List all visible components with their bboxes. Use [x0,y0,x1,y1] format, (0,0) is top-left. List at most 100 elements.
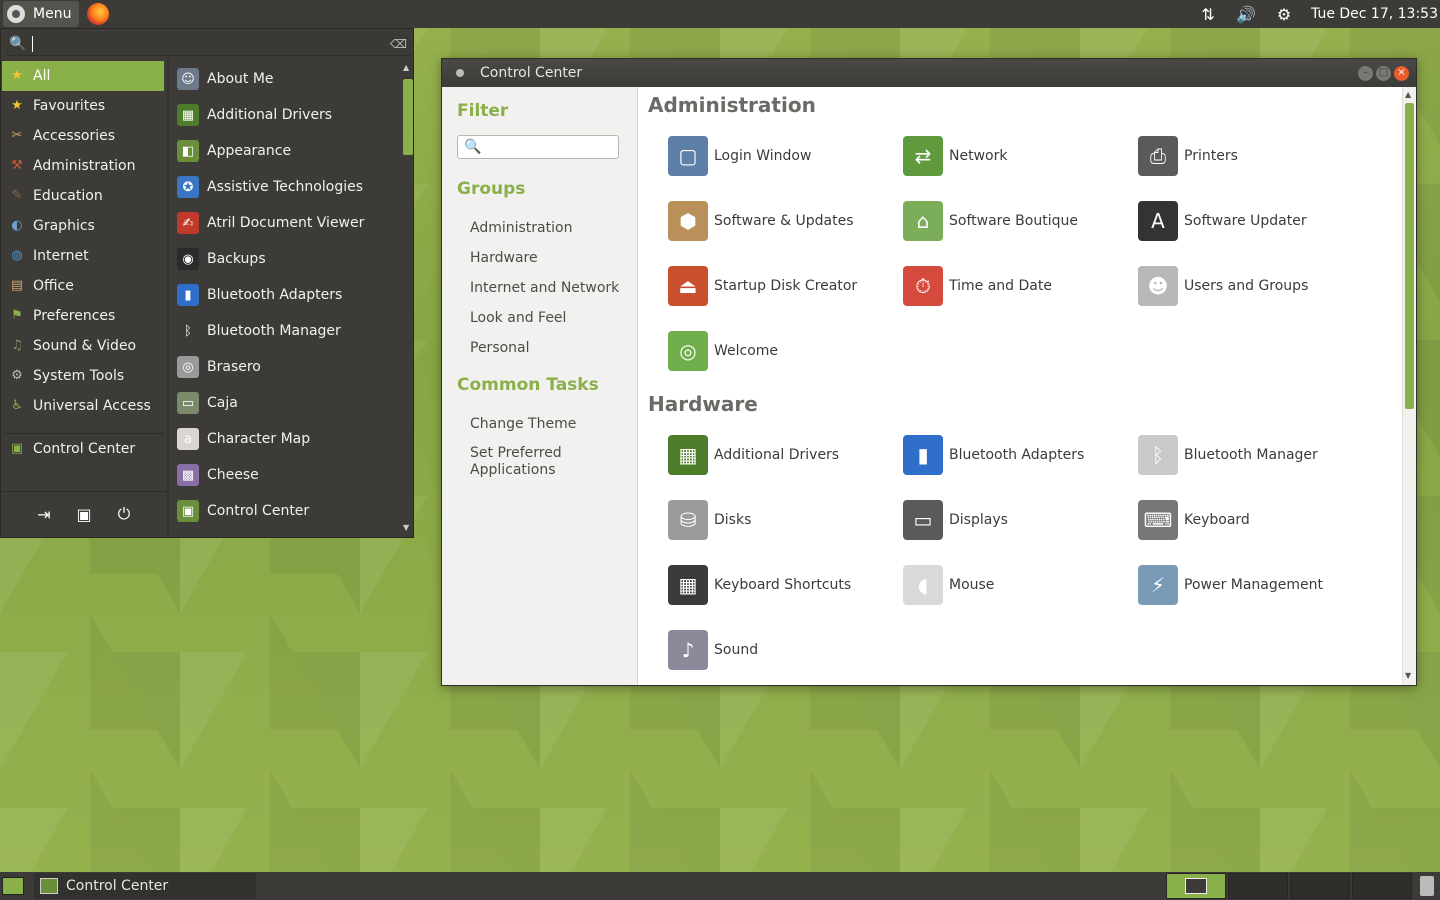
close-icon[interactable]: × [1394,65,1409,81]
taskbar-item-control-center[interactable]: Control Center [34,873,256,899]
workspace-2[interactable] [1228,873,1288,899]
minimize-icon[interactable]: – [1358,65,1373,81]
control-item-label: Welcome [714,343,779,359]
app-item[interactable]: ◧ Appearance [171,133,401,169]
group-link[interactable]: Internet and Network [457,273,637,303]
app-item[interactable]: ▣ Control Center [171,493,401,529]
window-titlebar[interactable]: Control Center – □ × [442,59,1416,87]
maximize-icon[interactable]: □ [1376,65,1391,81]
scroll-up-icon[interactable]: ▲ [1405,90,1411,99]
administration-icon: ⚒ [11,158,23,173]
category-item[interactable]: ♿ Universal Access [2,391,166,421]
control-item[interactable]: ☻ Users and Groups [1138,263,1308,309]
group-link[interactable]: Personal [457,333,637,363]
category-item[interactable]: ⚑ Preferences [2,301,166,331]
control-item[interactable]: ▦ Keyboard Shortcuts [668,562,851,608]
task-link[interactable]: Set Preferred Applications [457,439,577,479]
control-item[interactable]: ⌂ Software Boutique [903,198,1078,244]
control-item[interactable]: ⏏ Startup Disk Creator [668,263,857,309]
control-item[interactable]: ▮ Bluetooth Adapters [903,432,1084,478]
category-item[interactable]: ✂ Accessories [2,121,166,151]
control-item[interactable]: ▢ Login Window [668,133,811,179]
app-item[interactable]: ▭ Caja [171,385,401,421]
filter-search-input[interactable]: 🔍 [457,135,619,159]
app-item[interactable]: ▮ Bluetooth Adapters [171,277,401,313]
scroll-down-icon[interactable]: ▼ [403,523,409,532]
app-item[interactable]: ᛒ Bluetooth Manager [171,313,401,349]
control-item[interactable]: ⬢ Software & Updates [668,198,854,244]
education-icon: ✎ [11,188,23,203]
search-icon: 🔍 [464,139,482,155]
app-label: Backups [207,251,266,267]
category-item[interactable]: ♫ Sound & Video [2,331,166,361]
control-item[interactable]: ♪ Sound [668,627,758,673]
category-item[interactable]: ▤ Office [2,271,166,301]
category-label: System Tools [33,368,125,384]
bottom-panel: Control Center [0,872,1440,900]
category-item[interactable]: ⚙ System Tools [2,361,166,391]
content-scrollbar[interactable]: ▲ ▼ [1402,87,1416,685]
firefox-launcher-icon[interactable] [87,3,110,25]
control-item[interactable]: ⌨ Keyboard [1138,497,1250,543]
logout-icon[interactable]: ⇥ [35,505,53,524]
app-item[interactable]: ◉ Backups [171,241,401,277]
workspace-3[interactable] [1290,873,1350,899]
show-desktop-button[interactable] [2,877,24,895]
content-scroll-thumb[interactable] [1405,103,1414,409]
app-item[interactable]: ◎ Brasero [171,349,401,385]
category-item[interactable]: ✎ Education [2,181,166,211]
category-item[interactable]: ★ All [2,61,164,91]
workspace-1[interactable] [1166,873,1226,899]
graphics-icon: ◐ [11,218,23,233]
bluetooth-icon: ᛒ [1138,435,1178,475]
app-item[interactable]: ✪ Assistive Technologies [171,169,401,205]
clock[interactable]: Tue Dec 17, 13:53 [1311,6,1438,22]
category-item[interactable]: ▣ Control Center [2,434,166,464]
network-updown-icon[interactable]: ⇅ [1197,5,1219,24]
category-label: Accessories [33,128,116,144]
category-item[interactable]: ★ Favourites [2,91,166,121]
control-item[interactable]: A Software Updater [1138,198,1307,244]
control-item[interactable]: ⚡ Power Management [1138,562,1323,608]
control-item[interactable]: ᛒ Bluetooth Manager [1138,432,1318,478]
scroll-up-icon[interactable]: ▲ [403,63,409,72]
clear-search-icon[interactable]: ⌫ [390,37,407,51]
control-item[interactable]: ⏱ Time and Date [903,263,1052,309]
group-link[interactable]: Look and Feel [457,303,637,333]
app-list-scroll-thumb[interactable] [403,79,413,155]
menu-search-input[interactable]: 🔍 ⌫ [5,33,411,56]
window-menu-icon[interactable] [456,69,464,77]
trash-icon[interactable] [1420,876,1434,896]
sound-video-icon: ♫ [11,338,23,353]
app-item[interactable]: a Character Map [171,421,401,457]
control-item[interactable]: ⎙ Printers [1138,133,1238,179]
control-item[interactable]: ▦ Additional Drivers [668,432,839,478]
control-item-label: Power Management [1184,577,1324,593]
group-link[interactable]: Hardware [457,243,637,273]
volume-icon[interactable]: 🔊 [1235,5,1257,24]
scroll-down-icon[interactable]: ▼ [1405,671,1411,680]
control-item[interactable]: ◖ Mouse [903,562,994,608]
about-me-icon: ☺ [177,68,199,90]
office-icon: ▤ [10,278,24,293]
app-item[interactable]: ▩ Cheese [171,457,401,493]
workspace-4[interactable] [1352,873,1412,899]
menu-button[interactable]: Menu [3,1,80,27]
app-item[interactable]: ☺ About Me [171,61,401,97]
app-item[interactable]: ▦ Additional Drivers [171,97,401,133]
category-item[interactable]: ◐ Graphics [2,211,166,241]
category-item[interactable]: ⚒ Administration [2,151,166,181]
control-item[interactable]: ⇄ Network [903,133,1007,179]
lock-screen-icon[interactable]: ▣ [75,505,93,524]
group-link[interactable]: Administration [457,213,637,243]
power-icon[interactable]: ⏻ [115,504,133,524]
task-link[interactable]: Change Theme [457,409,637,439]
category-item[interactable]: ◍ Internet [2,241,166,271]
window-title: Control Center [480,65,583,81]
control-center-icon [40,878,58,894]
control-item[interactable]: ▭ Displays [903,497,1008,543]
control-item[interactable]: ◎ Welcome [668,328,778,374]
app-item[interactable]: ✍ Atril Document Viewer [171,205,401,241]
control-item[interactable]: ⛁ Disks [668,497,751,543]
settings-gear-icon[interactable]: ⚙ [1273,5,1295,24]
